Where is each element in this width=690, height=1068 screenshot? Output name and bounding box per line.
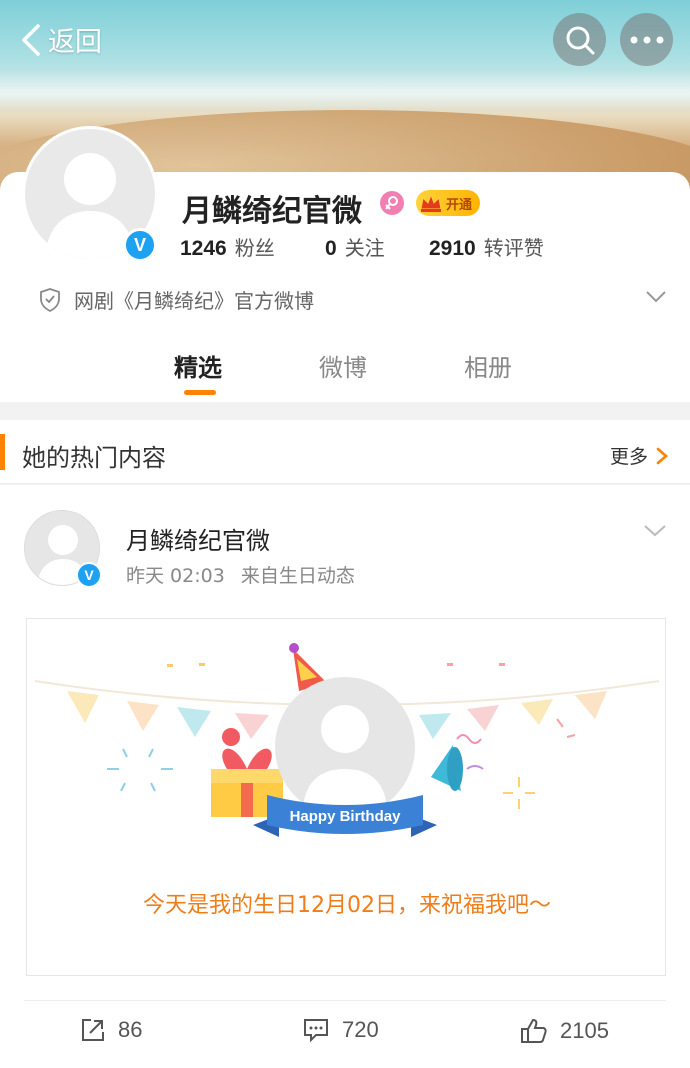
comment-count: 720	[342, 1017, 379, 1042]
like-button[interactable]: 2105	[520, 1017, 609, 1045]
female-gender-icon	[380, 191, 404, 215]
interactions-label: 转评赞	[483, 236, 544, 260]
following-count: 0	[325, 237, 337, 260]
repost-button[interactable]: 86	[80, 1017, 142, 1043]
section-accent-bar	[0, 434, 5, 470]
post-source: 来自生日动态	[240, 565, 355, 587]
interactions-stat[interactable]: 2910 转评赞	[429, 232, 544, 261]
repost-icon	[82, 1019, 104, 1041]
post-card: V 月鳞绮纪官微 昨天 02:03 来自生日动态 Happy Birthday …	[0, 485, 690, 1068]
verification-text: 网剧《月鳞绮纪》官方微博	[74, 289, 314, 313]
birthday-card[interactable]: Happy Birthday 今天是我的生日12月02日，来祝福我吧～	[26, 618, 666, 976]
comment-button[interactable]: 720	[302, 1017, 379, 1043]
vip-open-label: 开通	[446, 197, 473, 213]
interactions-count: 2910	[429, 237, 476, 260]
vip-open-button[interactable]: 开通	[416, 190, 480, 216]
post-meta: 昨天 02:03 来自生日动态	[126, 561, 355, 588]
more-dots-icon	[630, 36, 663, 43]
back-label: 返回	[48, 27, 102, 58]
tab-featured[interactable]: 精选	[174, 348, 222, 383]
profile-page: 返回 V 月鳞绮纪官微 开通 1246 粉丝 0 关注 2910 转评赞 网剧《…	[0, 0, 690, 1068]
birthday-illustration: Happy Birthday	[34, 643, 660, 837]
search-button[interactable]	[553, 13, 606, 66]
like-count: 2105	[560, 1018, 609, 1043]
post-divider	[24, 1000, 666, 1001]
post-time: 昨天 02:03	[126, 565, 225, 587]
chevron-down-icon[interactable]	[642, 523, 668, 539]
hot-content-header: 她的热门内容 更多	[0, 420, 690, 484]
active-tab-indicator	[184, 390, 216, 395]
tab-album[interactable]: 相册	[464, 348, 512, 383]
hot-content-title: 她的热门内容	[22, 444, 166, 472]
verified-badge-icon: V	[76, 562, 102, 588]
followers-label: 粉丝	[234, 236, 275, 260]
search-icon	[566, 26, 594, 54]
comment-icon	[304, 1019, 328, 1043]
thumbs-up-icon	[521, 1018, 547, 1043]
following-stat[interactable]: 0 关注	[325, 232, 385, 261]
more-link[interactable]: 更多	[610, 442, 670, 469]
verified-badge-icon: V	[123, 228, 157, 262]
birthday-message: 今天是我的生日12月02日，来祝福我吧～	[143, 893, 551, 918]
crown-icon	[420, 193, 442, 212]
repost-count: 86	[118, 1017, 143, 1042]
verification-info[interactable]: 网剧《月鳞绮纪》官方微博	[38, 285, 670, 314]
chevron-right-icon	[656, 447, 668, 464]
profile-name: 月鳞绮纪官微	[182, 194, 362, 229]
more-label: 更多	[609, 446, 648, 468]
tab-weibo[interactable]: 微博	[319, 348, 367, 383]
back-button[interactable]: 返回	[18, 20, 102, 59]
followers-count: 1246	[180, 237, 227, 260]
following-label: 关注	[344, 236, 385, 260]
followers-stat[interactable]: 1246 粉丝	[180, 232, 275, 261]
birthday-ribbon-text: Happy Birthday	[290, 808, 402, 825]
banner-wave	[0, 70, 690, 110]
chevron-left-icon	[22, 23, 40, 56]
post-author-name[interactable]: 月鳞绮纪官微	[126, 521, 270, 556]
shield-icon	[40, 287, 60, 312]
chevron-down-icon	[646, 291, 666, 303]
more-options-button[interactable]	[620, 13, 673, 66]
